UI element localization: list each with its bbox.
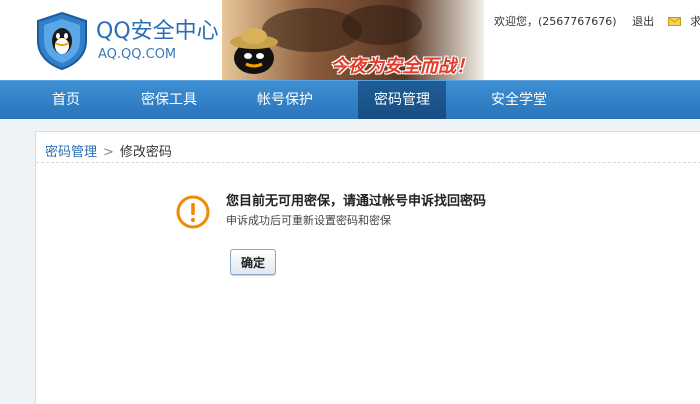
help-link[interactable]: 求助 [690, 13, 700, 29]
nav-item-security-school[interactable]: 安全学堂 [478, 81, 560, 119]
confirm-button[interactable]: 确定 [230, 249, 276, 275]
content-panel: 密码管理 > 修改密码 您目前无可用密保，请通过帐号申诉找回密码 申诉成功后可重新设… [35, 131, 700, 404]
mail-icon[interactable] [667, 17, 681, 26]
site-title[interactable]: QQ安全中心 [96, 13, 219, 45]
message-title: 您目前无可用密保，请通过帐号申诉找回密码 [226, 194, 487, 209]
warning-icon [176, 195, 210, 229]
breadcrumb-current: 修改密码 [119, 145, 172, 160]
breadcrumb-password-management[interactable]: 密码管理 [45, 145, 97, 160]
nav-item-security-tools[interactable]: 密保工具 [128, 81, 210, 119]
qq-shield-logo-icon[interactable] [36, 11, 88, 71]
divider [36, 162, 700, 163]
nav-item-password-management[interactable]: 密码管理 [358, 81, 446, 119]
nav-item-home[interactable]: 首页 [30, 81, 102, 119]
breadcrumb: 密码管理 > 修改密码 [45, 141, 172, 160]
logout-link[interactable]: 退出 [632, 13, 654, 29]
user-area: 欢迎您，(2567767676) 退出 求助 [494, 13, 700, 29]
message-subtitle: 申诉成功后可重新设置密码和密保 [226, 214, 391, 227]
welcome-text: 欢迎您，(2567767676) [494, 15, 617, 28]
breadcrumb-separator: > [103, 145, 114, 160]
site-domain[interactable]: AQ.QQ.COM [98, 47, 176, 62]
main-nav: 首页 密保工具 帐号保护 密码管理 安全学堂 [0, 80, 700, 119]
site-header: QQ安全中心 AQ.QQ.COM 今夜为安全而战！ 欢迎您，(256776767… [0, 0, 700, 80]
banner-slogan: 今夜为安全而战！ [330, 56, 474, 77]
nav-item-account-protection[interactable]: 帐号保护 [244, 81, 326, 119]
